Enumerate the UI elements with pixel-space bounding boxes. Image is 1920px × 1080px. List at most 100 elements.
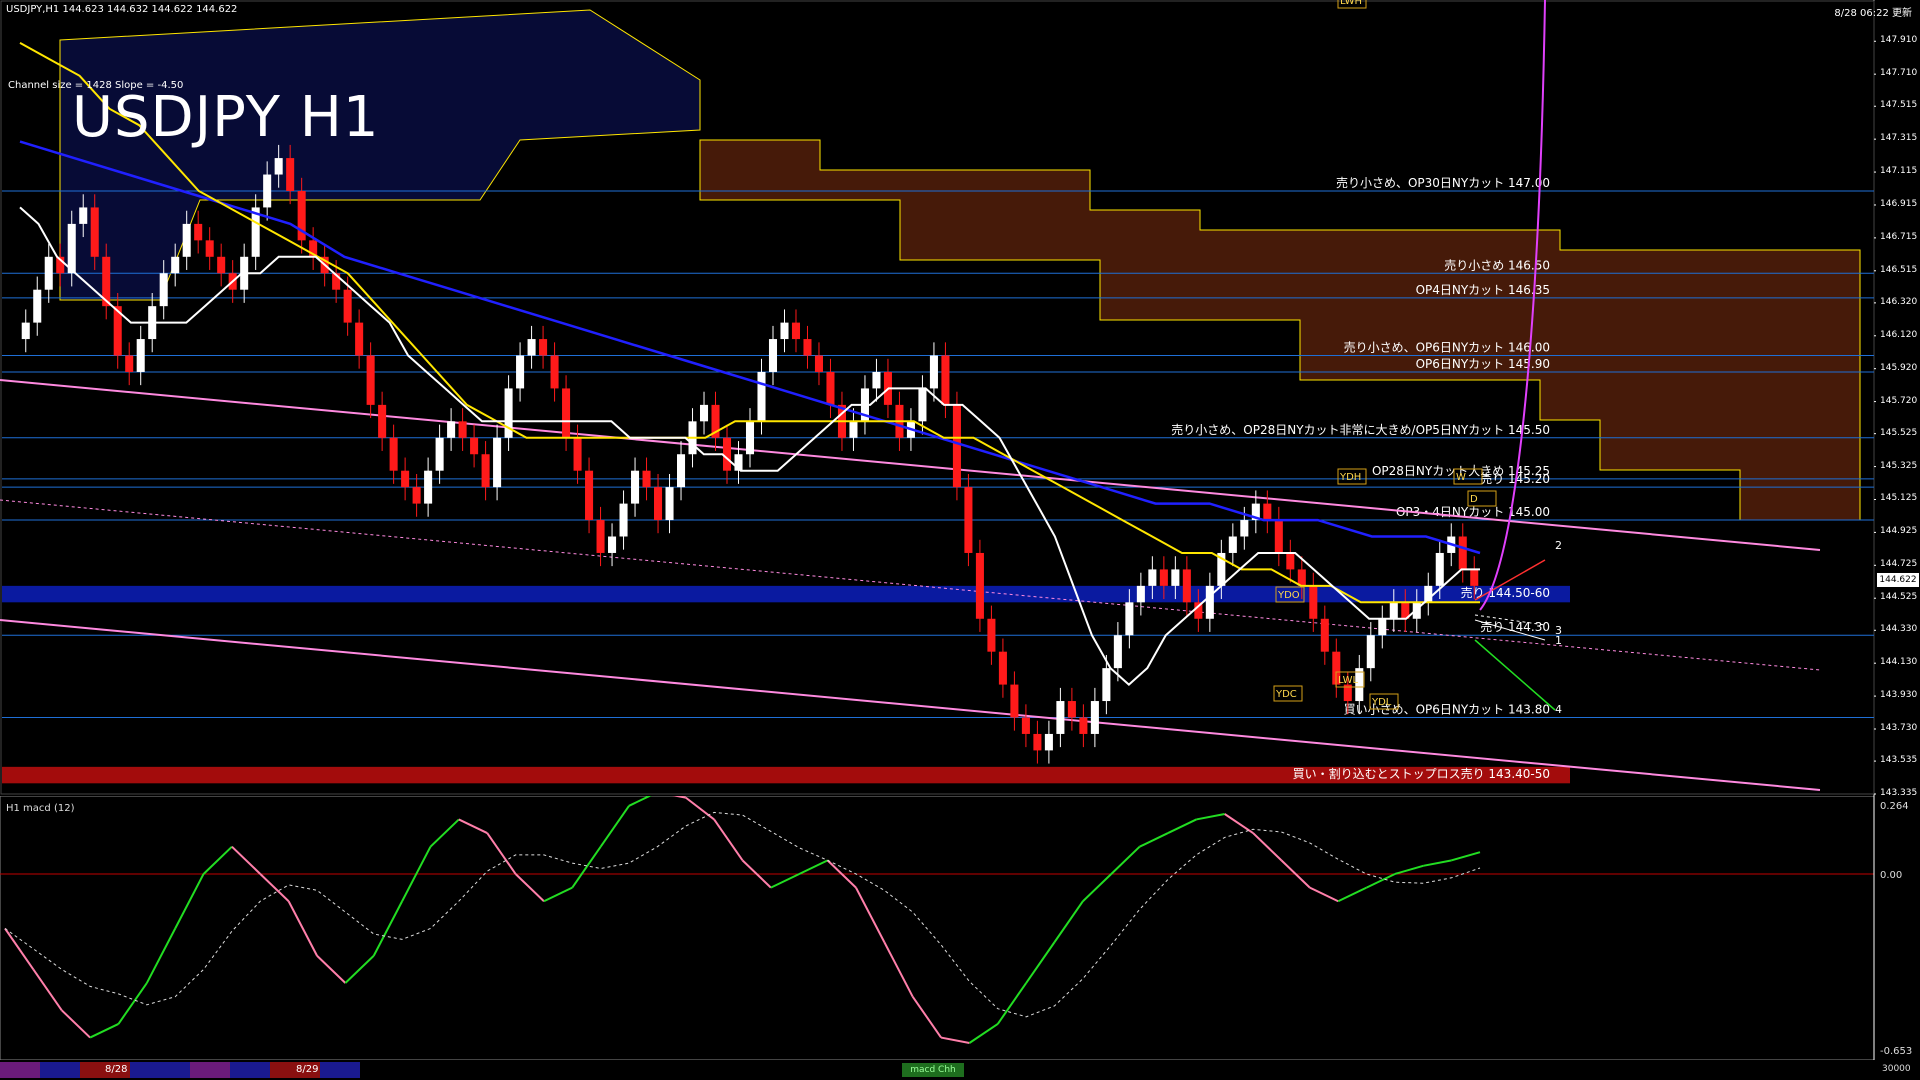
y-tick-label: 145.720: [1880, 395, 1918, 406]
candle: [1274, 520, 1283, 553]
candle: [1079, 717, 1088, 734]
candle: [608, 536, 617, 553]
candle: [550, 355, 559, 389]
candle: [217, 256, 226, 274]
candle: [412, 487, 421, 504]
y-tick-label: 147.710: [1880, 68, 1918, 79]
candle: [470, 437, 479, 455]
symbol-header: USDJPY,H1 144.623 144.632 144.622 144.62…: [6, 4, 238, 15]
level-label: 売り小さめ、OP6日NYカット 146.00: [1344, 340, 1550, 355]
marker-label: LWL: [1338, 675, 1359, 686]
candle: [182, 223, 191, 257]
candle: [987, 618, 996, 652]
candle: [952, 404, 961, 488]
candle: [1125, 602, 1134, 636]
y-tick-label: 145.125: [1880, 493, 1918, 504]
chart-window: 売り小さめ、OP30日NYカット 147.00 売り小さめ 146.50 OP4日N…: [0, 0, 1920, 1080]
candle: [585, 470, 594, 521]
macd-frame: [0, 796, 1875, 1060]
candle: [1228, 536, 1237, 553]
projection-label: 2: [1555, 539, 1562, 552]
candle: [1171, 569, 1180, 586]
candle: [67, 223, 76, 274]
candle: [263, 174, 272, 208]
candle: [33, 289, 42, 323]
candle: [447, 421, 456, 438]
candle: [1090, 701, 1099, 734]
candle: [631, 470, 640, 504]
candle: [1159, 569, 1168, 586]
level-label: OP4日NYカット 146.35: [1416, 283, 1550, 297]
candle: [389, 437, 398, 471]
projection-label: 3: [1555, 624, 1562, 637]
macd-label: H1 macd (12): [6, 803, 75, 814]
candle: [803, 339, 812, 356]
candle: [401, 470, 410, 488]
y-tick-label: 143.730: [1880, 723, 1918, 733]
candle: [918, 388, 927, 422]
candle: [516, 355, 525, 389]
candle: [343, 289, 352, 323]
ichimoku-cloud-blue: [59, 9, 701, 301]
candle: [1470, 569, 1479, 586]
marker-label: D: [1470, 494, 1478, 505]
candle: [1182, 569, 1191, 603]
candle: [1389, 602, 1398, 619]
current-price-label: 144.622: [1877, 573, 1919, 587]
macd-panel[interactable]: [0, 796, 1876, 1060]
candle: [562, 388, 571, 438]
candle: [79, 207, 88, 224]
candle: [1021, 717, 1030, 734]
candle: [1033, 733, 1042, 751]
candle: [125, 355, 134, 372]
candle: [274, 158, 283, 175]
candle: [1286, 552, 1295, 570]
macd-axis-bottom: -0.653: [1880, 1046, 1913, 1057]
y-tick-label: 146.915: [1880, 198, 1918, 209]
candle: [964, 487, 973, 553]
candle: [596, 520, 605, 553]
y-tick-label: 144.725: [1880, 559, 1918, 570]
candle: [814, 355, 823, 372]
level-label: 売り小さめ 146.50: [1444, 257, 1550, 272]
y-tick-label: 144.925: [1880, 526, 1918, 537]
candle: [872, 371, 881, 389]
candle: [286, 158, 295, 191]
y-tick-label: 143.335: [1880, 788, 1918, 798]
y-tick-label: 143.930: [1880, 690, 1918, 701]
candle: [539, 339, 548, 356]
candle: [458, 421, 467, 438]
candle: [768, 339, 778, 372]
candle: [665, 487, 674, 521]
marker-label: YDH: [1339, 472, 1361, 483]
candle: [941, 355, 950, 405]
macd-axis-top: 0.264: [1880, 801, 1909, 812]
indicator-tab[interactable]: macd Chh: [902, 1063, 964, 1077]
marker-label: YDC: [1275, 689, 1297, 700]
candle: [1056, 701, 1065, 734]
projection-label: 4: [1555, 703, 1562, 716]
candle: [1067, 701, 1076, 718]
level-label: 売り 144.30: [1480, 619, 1550, 634]
candle: [1366, 635, 1375, 669]
y-tick-label: 145.325: [1880, 460, 1918, 471]
y-tick-label: 144.525: [1880, 592, 1918, 603]
candle: [1435, 552, 1444, 586]
marker-label: YDO: [1277, 590, 1300, 601]
candle: [573, 437, 582, 471]
candle: [527, 339, 536, 356]
marker-label: LWH: [1340, 0, 1362, 7]
macd-axis-zero: 0.00: [1880, 870, 1903, 881]
candle: [745, 421, 755, 455]
candle: [1263, 503, 1272, 521]
candle: [1102, 668, 1111, 702]
candle: [355, 322, 364, 356]
strip-date-2: 8/29: [296, 1064, 319, 1075]
candle: [205, 240, 214, 257]
ichimoku-cloud-red: [699, 139, 1861, 521]
candle: [1148, 569, 1157, 586]
y-tick-label: 144.330: [1880, 624, 1918, 635]
band-label: 買い・割り込むとストップロス売り 143.40-50: [1293, 766, 1550, 781]
candle: [1297, 569, 1306, 586]
y-tick-label: 147.315: [1880, 133, 1918, 144]
